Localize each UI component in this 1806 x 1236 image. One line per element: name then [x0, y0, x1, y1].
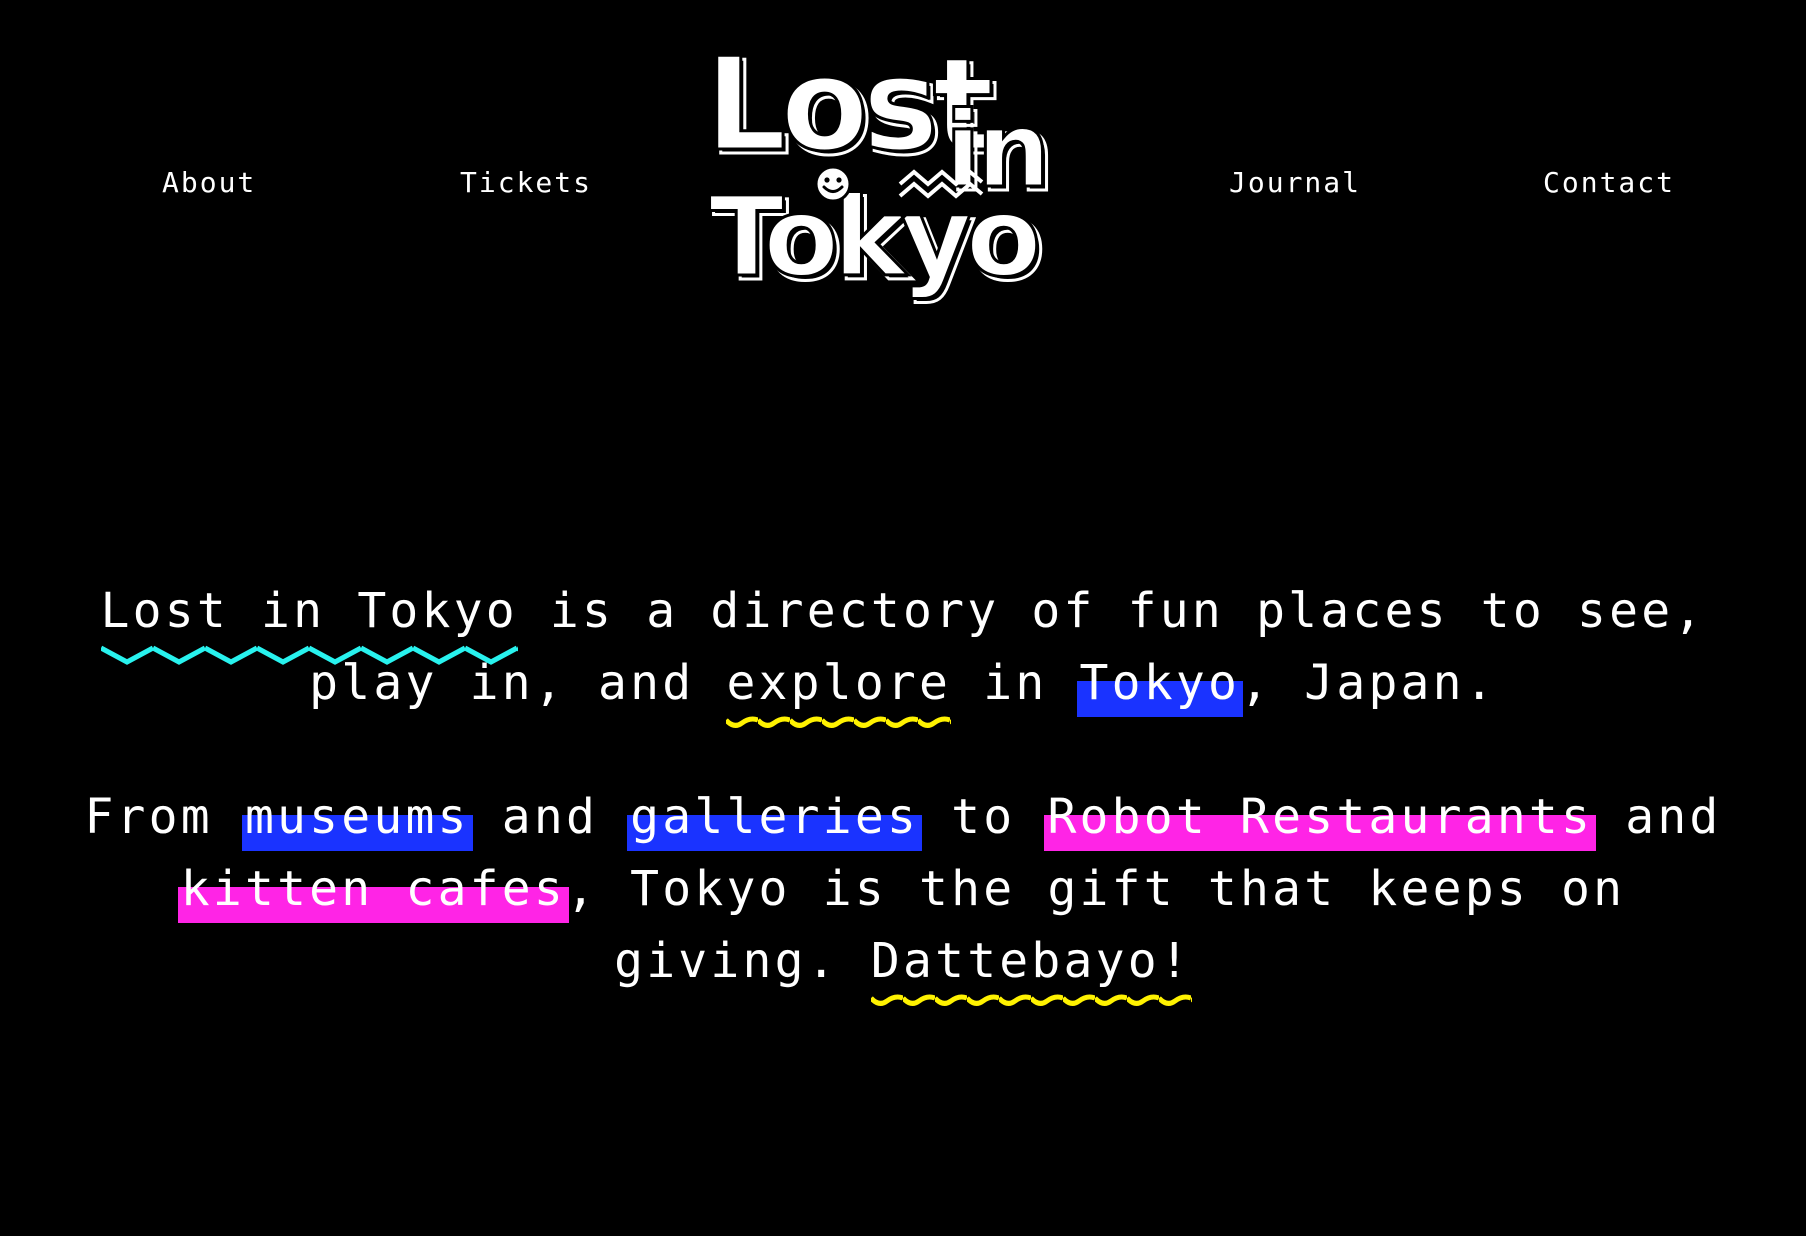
- intro-text: and: [1593, 789, 1722, 845]
- brand-highlight: Lost in Tokyo: [100, 575, 519, 665]
- robot-restaurants-highlight: Robot Restaurants: [1044, 781, 1596, 853]
- intro-text: in: [951, 655, 1080, 711]
- tokyo-highlight: Tokyo: [1076, 647, 1243, 719]
- logo-text-tokyo: Tokyo: [709, 173, 1037, 301]
- galleries-highlight: galleries: [627, 781, 922, 853]
- explore-highlight: explore: [726, 647, 951, 731]
- nav-link-journal[interactable]: Journal: [1229, 166, 1361, 200]
- museums-highlight: museums: [241, 781, 473, 853]
- dattebayo-highlight: Dattebayo!: [870, 925, 1192, 1009]
- intro-text: , Japan.: [1240, 655, 1497, 711]
- nav-link-about[interactable]: About: [162, 166, 256, 200]
- intro-paragraph-1: Lost in Tokyo is a directory of fun plac…: [60, 575, 1746, 731]
- logo[interactable]: Lost Lost in in Tokyo Tokyo: [705, 38, 1105, 320]
- logo-graphic: Lost Lost in in Tokyo Tokyo: [705, 38, 1056, 307]
- intro-paragraph-2: From museums and galleries to Robot Rest…: [60, 781, 1746, 1009]
- kitten-cafes-highlight: kitten cafes: [177, 853, 570, 925]
- nav-link-tickets[interactable]: Tickets: [460, 166, 592, 200]
- nav-link-contact[interactable]: Contact: [1543, 166, 1675, 200]
- intro-text: and: [469, 789, 631, 845]
- smiley-icon: [814, 165, 852, 203]
- intro-text: From: [84, 789, 245, 845]
- intro-text: to: [919, 789, 1048, 845]
